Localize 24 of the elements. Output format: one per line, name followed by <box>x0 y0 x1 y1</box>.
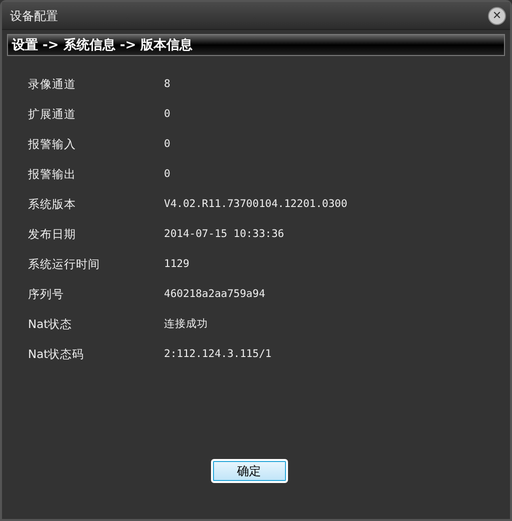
field-value: 0 <box>164 107 170 122</box>
field-value: 1129 <box>164 257 190 272</box>
field-value: 2:112.124.3.115/1 <box>164 347 272 362</box>
field-value: V4.02.R11.73700104.12201.0300 <box>164 197 348 212</box>
field-label: 报警输出 <box>28 166 77 184</box>
field-value: 0 <box>164 137 170 152</box>
field-value: 460218a2aa759a94 <box>164 287 266 302</box>
field-label: 序列号 <box>28 286 65 304</box>
field-value: 连接成功 <box>164 317 208 332</box>
field-label: 系统版本 <box>28 196 77 214</box>
field-value: 8 <box>164 77 170 92</box>
breadcrumb: 设置 -> 系统信息 -> 版本信息 <box>7 34 505 56</box>
ok-button[interactable]: 确定 <box>210 459 288 483</box>
window-title: 设备配置 <box>10 8 58 24</box>
field-value: 0 <box>164 167 170 182</box>
field-value: 2014-07-15 10:33:36 <box>164 227 284 242</box>
field-label: 录像通道 <box>28 76 77 94</box>
field-label: Nat状态码 <box>28 346 86 364</box>
field-label: 报警输入 <box>28 136 77 154</box>
field-label: 发布日期 <box>28 226 77 244</box>
field-label: 扩展通道 <box>28 106 77 124</box>
close-button[interactable]: ✕ <box>488 6 506 24</box>
field-label: 系统运行时间 <box>28 256 101 274</box>
field-label: Nat状态 <box>28 316 74 334</box>
